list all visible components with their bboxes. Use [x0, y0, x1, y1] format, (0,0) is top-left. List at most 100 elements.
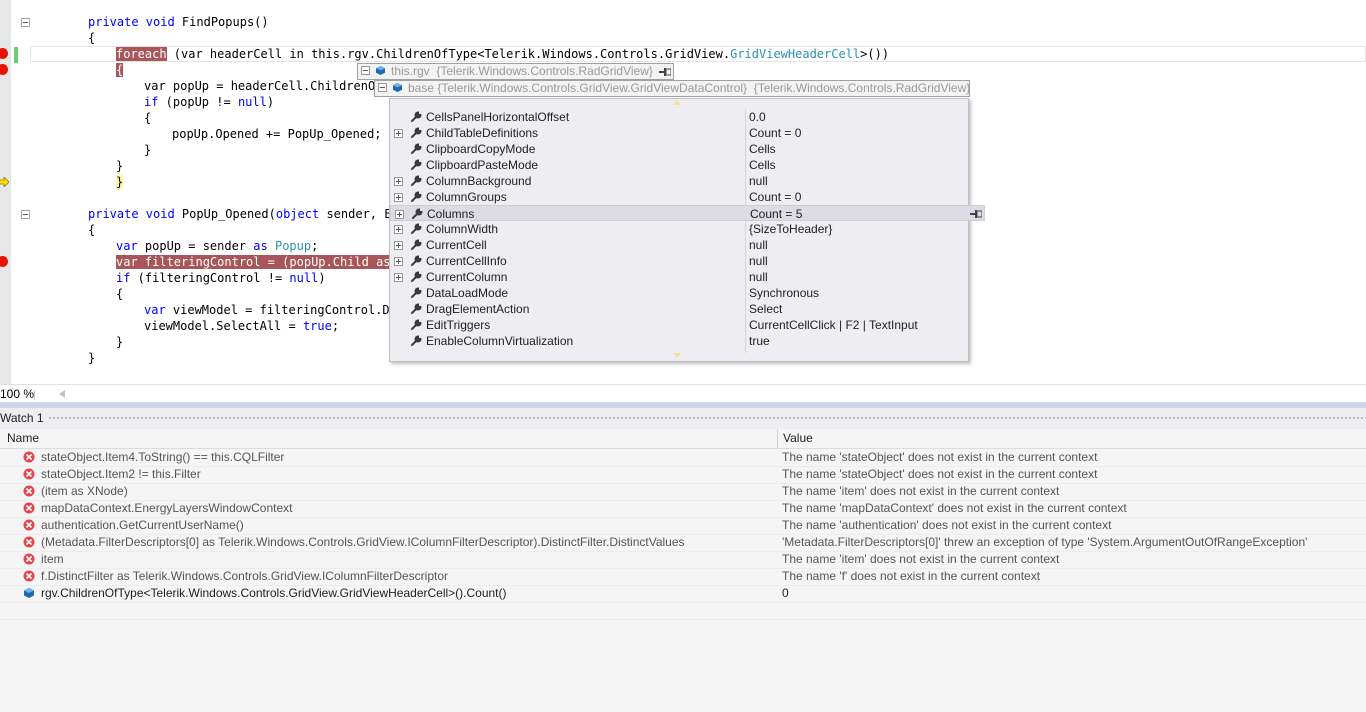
- code-line[interactable]: }: [88, 174, 124, 190]
- watch-expression[interactable]: authentication.GetCurrentUserName(): [41, 517, 244, 534]
- column-header-value[interactable]: Value: [783, 431, 813, 445]
- watch-expression[interactable]: (Metadata.FilterDescriptors[0] as Teleri…: [41, 534, 685, 551]
- code-line[interactable]: private void FindPopups(): [88, 14, 269, 30]
- column-separator[interactable]: [777, 429, 778, 448]
- watch-expression[interactable]: stateObject.Item2 != this.Filter: [41, 466, 201, 483]
- watch-row[interactable]: authentication.GetCurrentUserName() The n…: [0, 517, 1366, 535]
- watch-value[interactable]: The name 'item' does not exist in the cu…: [782, 483, 1059, 500]
- property-value[interactable]: CurrentCellClick | F2 | TextInput: [749, 317, 918, 333]
- pin-icon[interactable]: [658, 67, 671, 76]
- watch-row[interactable]: f.DistinctFilter as Telerik.Windows.Cont…: [0, 568, 1366, 586]
- code-line[interactable]: {: [88, 222, 95, 238]
- watch-row[interactable]: rgv.ChildrenOfType<Telerik.Windows.Contr…: [0, 585, 1366, 603]
- watch-row[interactable]: item The name 'item' does not exist in th…: [0, 551, 1366, 569]
- scroll-left-icon[interactable]: [59, 390, 65, 398]
- code-line[interactable]: var popUp = sender as Popup;: [116, 238, 318, 254]
- watch-value[interactable]: 'Metadata.FilterDescriptors[0]' threw an…: [782, 534, 1307, 551]
- property-value[interactable]: Synchronous: [749, 285, 819, 301]
- expand-icon[interactable]: [394, 257, 403, 266]
- watch-value[interactable]: The name 'mapDataContext' does not exist…: [782, 500, 1127, 517]
- collapse-icon[interactable]: [21, 210, 30, 219]
- watch-row[interactable]: (item as XNode) The name 'item' does not …: [0, 483, 1366, 501]
- zoom-level[interactable]: 100 %: [0, 387, 34, 401]
- watch-empty-row[interactable]: [0, 602, 1366, 620]
- property-value[interactable]: Count = 5: [750, 206, 802, 222]
- watch-value[interactable]: The name 'stateObject' does not exist in…: [782, 449, 1097, 466]
- watch-expression[interactable]: f.DistinctFilter as Telerik.Windows.Cont…: [41, 568, 448, 585]
- datatip-properties-panel[interactable]: CellsPanelHorizontalOffset 0.0 ChildTableD…: [389, 98, 985, 362]
- watch-expression[interactable]: mapDataContext.EnergyLayersWindowContext: [41, 500, 292, 517]
- code-line[interactable]: {: [116, 286, 123, 302]
- property-value[interactable]: Count = 0: [749, 189, 801, 205]
- property-value[interactable]: Cells: [749, 141, 776, 157]
- code-line[interactable]: {: [144, 110, 151, 126]
- code-line[interactable]: var popUp = headerCell.ChildrenOf: [144, 78, 382, 94]
- datatip-property-row[interactable]: ColumnBackground null: [390, 173, 968, 189]
- code-line[interactable]: }: [88, 350, 95, 366]
- datatip-property-row[interactable]: Columns Count = 5: [390, 205, 985, 221]
- watch-row[interactable]: (Metadata.FilterDescriptors[0] as Teleri…: [0, 534, 1366, 552]
- expand-icon[interactable]: [394, 177, 403, 186]
- expand-icon[interactable]: [394, 273, 403, 282]
- watch-expression[interactable]: (item as XNode): [41, 483, 128, 500]
- code-line[interactable]: if (popUp != null): [144, 94, 274, 110]
- watch-value[interactable]: The name 'stateObject' does not exist in…: [782, 466, 1097, 483]
- datatip-property-row[interactable]: ChildTableDefinitions Count = 0: [390, 125, 968, 141]
- watch-expression[interactable]: stateObject.Item4.ToString() == this.CQL…: [41, 449, 284, 466]
- datatip-property-row[interactable]: ColumnWidth {SizeToHeader}: [390, 221, 968, 237]
- datatip-property-row[interactable]: DragElementAction Select: [390, 301, 968, 317]
- property-value[interactable]: Count = 0: [749, 125, 801, 141]
- expand-icon[interactable]: [394, 129, 403, 138]
- code-line[interactable]: if (filteringControl != null): [116, 270, 326, 286]
- watch-value[interactable]: The name 'authentication' does not exist…: [782, 517, 1111, 534]
- code-line[interactable]: var filteringControl = (popUp.Child as: [116, 254, 398, 270]
- pin-icon[interactable]: [970, 210, 982, 218]
- property-value[interactable]: null: [749, 173, 768, 189]
- property-value[interactable]: Cells: [749, 157, 776, 173]
- drag-grip[interactable]: [48, 416, 1366, 421]
- collapse-icon[interactable]: [361, 66, 370, 76]
- property-value[interactable]: Select: [749, 301, 782, 317]
- expand-icon[interactable]: [395, 210, 404, 219]
- watch-expression[interactable]: rgv.ChildrenOfType<Telerik.Windows.Contr…: [41, 585, 507, 602]
- watch-row[interactable]: stateObject.Item4.ToString() == this.CQL…: [0, 449, 1366, 467]
- code-line[interactable]: private void PopUp_Opened(object sender,…: [88, 206, 399, 222]
- code-line[interactable]: }: [116, 334, 123, 350]
- code-line[interactable]: {: [116, 62, 124, 78]
- property-value[interactable]: true: [749, 333, 770, 349]
- property-value[interactable]: null: [749, 269, 768, 285]
- expand-icon[interactable]: [394, 225, 403, 234]
- watch-window[interactable]: Name Value stateObject.Item4.ToString() …: [0, 429, 1366, 712]
- code-line[interactable]: viewModel.SelectAll = true;: [144, 318, 339, 334]
- column-header-name[interactable]: Name: [7, 431, 39, 445]
- datatip-property-row[interactable]: EnableColumnVirtualization true: [390, 333, 968, 349]
- watch-row[interactable]: mapDataContext.EnergyLayersWindowContext…: [0, 500, 1366, 518]
- datatip-property-row[interactable]: ClipboardCopyMode Cells: [390, 141, 968, 157]
- datatip-property-row[interactable]: DataLoadMode Synchronous: [390, 285, 968, 301]
- datatip-property-row[interactable]: CurrentColumn null: [390, 269, 968, 285]
- datatip-property-row[interactable]: CurrentCellInfo null: [390, 253, 968, 269]
- expand-icon[interactable]: [394, 241, 403, 250]
- watch-row[interactable]: stateObject.Item2 != this.Filter The name…: [0, 466, 1366, 484]
- code-line[interactable]: foreach (var headerCell in this.rgv.Chil…: [116, 46, 889, 62]
- watch-value[interactable]: The name 'f' does not exist in the curre…: [782, 568, 1040, 585]
- datatip-base-row[interactable]: base {Telerik.Windows.Controls.GridView.…: [374, 80, 970, 97]
- code-line[interactable]: }: [144, 142, 151, 158]
- code-line[interactable]: {: [88, 30, 95, 46]
- scroll-up-icon[interactable]: [673, 100, 681, 105]
- watch-value[interactable]: The name 'item' does not exist in the cu…: [782, 551, 1059, 568]
- property-value[interactable]: 0.0: [749, 109, 766, 125]
- code-line[interactable]: popUp.Opened += PopUp_Opened;: [172, 126, 382, 142]
- code-line[interactable]: }: [116, 158, 123, 174]
- watch-expression[interactable]: item: [41, 551, 64, 568]
- property-value[interactable]: {SizeToHeader}: [749, 221, 832, 237]
- datatip-property-row[interactable]: EditTriggers CurrentCellClick | F2 | Text…: [390, 317, 968, 333]
- scroll-down-icon[interactable]: [673, 353, 681, 358]
- collapse-icon[interactable]: [378, 83, 387, 93]
- property-value[interactable]: null: [749, 237, 768, 253]
- property-value[interactable]: null: [749, 253, 768, 269]
- datatip-property-row[interactable]: CurrentCell null: [390, 237, 968, 253]
- code-line[interactable]: var viewModel = filteringControl.Da: [144, 302, 397, 318]
- datatip-property-row[interactable]: ClipboardPasteMode Cells: [390, 157, 968, 173]
- datatip-property-row[interactable]: CellsPanelHorizontalOffset 0.0: [390, 109, 968, 125]
